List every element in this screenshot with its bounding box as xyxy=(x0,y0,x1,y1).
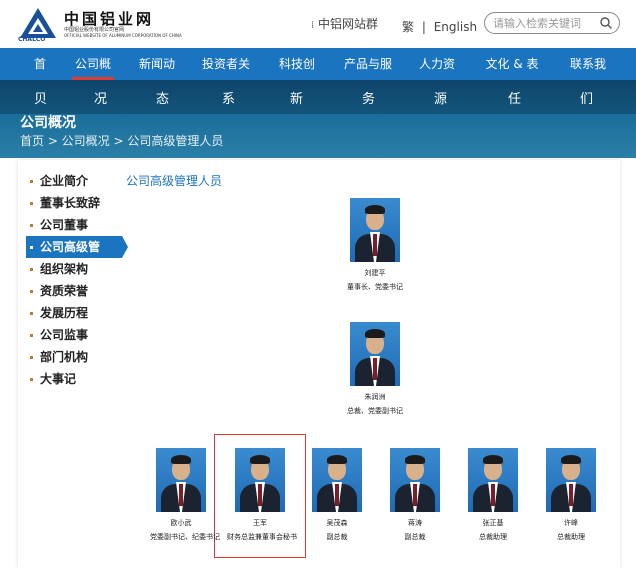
person-photo xyxy=(390,448,440,512)
person-card[interactable]: 吴茂森 副总裁 xyxy=(308,448,366,542)
person-name: 许峰 xyxy=(564,519,578,527)
sidebar-item-honors[interactable]: 资质荣誉 xyxy=(26,280,122,302)
person-card[interactable]: 刘建平 董事长、党委书记 xyxy=(346,198,404,292)
site-group-label: 中铝网站群 xyxy=(318,17,379,31)
slogan-char: 新 xyxy=(290,92,304,107)
lang-traditional-link[interactable]: 繁 xyxy=(402,20,414,34)
person-name: 蒋涛 xyxy=(408,519,422,527)
person-card[interactable]: 欧小武 党委副书记、纪委书记 xyxy=(150,448,220,542)
sidebar-item-directors[interactable]: 公司董事 xyxy=(26,214,122,236)
slogan-char: 况 xyxy=(94,92,108,107)
person-name: 吴茂森 xyxy=(326,519,348,527)
nav-item-culture[interactable]: 文化 & 表 xyxy=(476,48,548,80)
nav-item-tech[interactable]: 科技创 xyxy=(270,48,324,80)
sidebar-item-profile[interactable]: 企业简介 xyxy=(26,170,122,192)
person-photo xyxy=(350,322,400,386)
page-banner: 贝 况 态 系 新 务 源 任 们 公司概况 首页 > 公司概况 > 公司高级管… xyxy=(0,80,636,158)
sidebar-nav: 企业简介 董事长致辞 公司董事 公司高级管 组织架构 资质荣誉 发展历程 公司监… xyxy=(26,170,128,390)
nav-item-about[interactable]: 公司概 xyxy=(66,48,120,80)
person-name: 刘建平 xyxy=(364,269,386,277)
lang-separator: | xyxy=(421,20,426,34)
main-nav: 首 公司概 新闻动 投资者关 科技创 产品与服 人力资 文化 & 表 联系我 xyxy=(0,48,636,80)
person-title: 总裁助理 xyxy=(479,533,507,541)
person-card[interactable]: 朱润洲 总裁、党委副书记 xyxy=(346,322,404,416)
site-group-link[interactable]: ⁞ 中铝网站群 xyxy=(311,15,378,32)
person-name: 王军 xyxy=(253,519,267,527)
person-title: 总裁、党委副书记 xyxy=(347,407,403,415)
nav-item-investors[interactable]: 投资者关 xyxy=(194,48,258,80)
person-photo xyxy=(546,448,596,512)
search-box xyxy=(484,12,620,34)
section-title: 公司高级管理人员 xyxy=(126,174,223,188)
lang-english-link[interactable]: English xyxy=(434,20,477,34)
person-card[interactable]: 许峰 总裁助理 xyxy=(542,448,600,542)
person-name: 朱润洲 xyxy=(364,393,386,401)
slogan-char: 任 xyxy=(508,92,522,107)
person-title: 总裁助理 xyxy=(557,533,585,541)
search-icon[interactable] xyxy=(599,16,613,30)
breadcrumb[interactable]: 首页 > 公司概况 > 公司高级管理人员 xyxy=(20,132,223,149)
page-title: 公司概况 xyxy=(20,115,76,131)
person-photo xyxy=(156,448,206,512)
site-header: CHALCO 中国铝业网 中国铝业股份有限公司官网 OFFICIAL WEBSI… xyxy=(0,0,636,48)
nav-item-products[interactable]: 产品与服 xyxy=(336,48,400,80)
person-title: 财务总监兼董事会秘书 xyxy=(227,533,297,541)
nav-item-hr[interactable]: 人力资 xyxy=(410,48,464,80)
content-panel: 企业简介 董事长致辞 公司董事 公司高级管 组织架构 资质荣誉 发展历程 公司监… xyxy=(18,160,620,568)
sidebar-item-history[interactable]: 发展历程 xyxy=(26,302,122,324)
person-title: 副总裁 xyxy=(326,533,348,541)
site-subtitle-en: OFFICIAL WEBSITE OF ALUMINUM CORPORATION… xyxy=(64,33,182,38)
sidebar-item-supervisors[interactable]: 公司监事 xyxy=(26,324,122,346)
slogan-char: 们 xyxy=(580,92,594,107)
person-card[interactable]: 张正基 总裁助理 xyxy=(464,448,522,542)
slogan-char: 务 xyxy=(362,92,376,107)
slogan-char: 贝 xyxy=(34,92,48,107)
sidebar-item-departments[interactable]: 部门机构 xyxy=(26,346,122,368)
sidebar-item-org-structure[interactable]: 组织架构 xyxy=(26,258,122,280)
person-title: 党委副书记、纪委书记 xyxy=(150,533,220,541)
slogan-char: 态 xyxy=(156,92,170,107)
sidebar-item-senior-management[interactable]: 公司高级管 xyxy=(26,236,128,258)
site-subtitle-cn: 中国铝业股份有限公司官网 xyxy=(64,27,125,33)
person-photo xyxy=(350,198,400,262)
nav-item-contact[interactable]: 联系我 xyxy=(560,48,616,80)
grid-icon: ⁞ xyxy=(311,20,315,31)
person-name: 张正基 xyxy=(482,519,504,527)
slogan-char: 系 xyxy=(222,92,236,107)
search-input[interactable] xyxy=(493,15,597,31)
sidebar-item-milestones[interactable]: 大事记 xyxy=(26,368,122,390)
person-title: 董事长、党委书记 xyxy=(347,283,403,291)
person-photo xyxy=(235,448,285,512)
sidebar-item-chairman-speech[interactable]: 董事长致辞 xyxy=(26,192,122,214)
person-title: 副总裁 xyxy=(404,533,426,541)
language-switcher: 繁 | English xyxy=(402,18,477,35)
slogan-char: 源 xyxy=(434,92,448,107)
person-photo xyxy=(312,448,362,512)
person-card[interactable]: 王军 财务总监兼董事会秘书 xyxy=(227,448,297,542)
person-name: 欧小武 xyxy=(170,519,192,527)
person-photo xyxy=(468,448,518,512)
nav-item-home[interactable]: 首 xyxy=(22,48,58,80)
nav-item-news[interactable]: 新闻动 xyxy=(130,48,184,80)
person-card[interactable]: 蒋涛 副总裁 xyxy=(386,448,444,542)
logo-brand-text: CHALCO xyxy=(18,36,46,43)
